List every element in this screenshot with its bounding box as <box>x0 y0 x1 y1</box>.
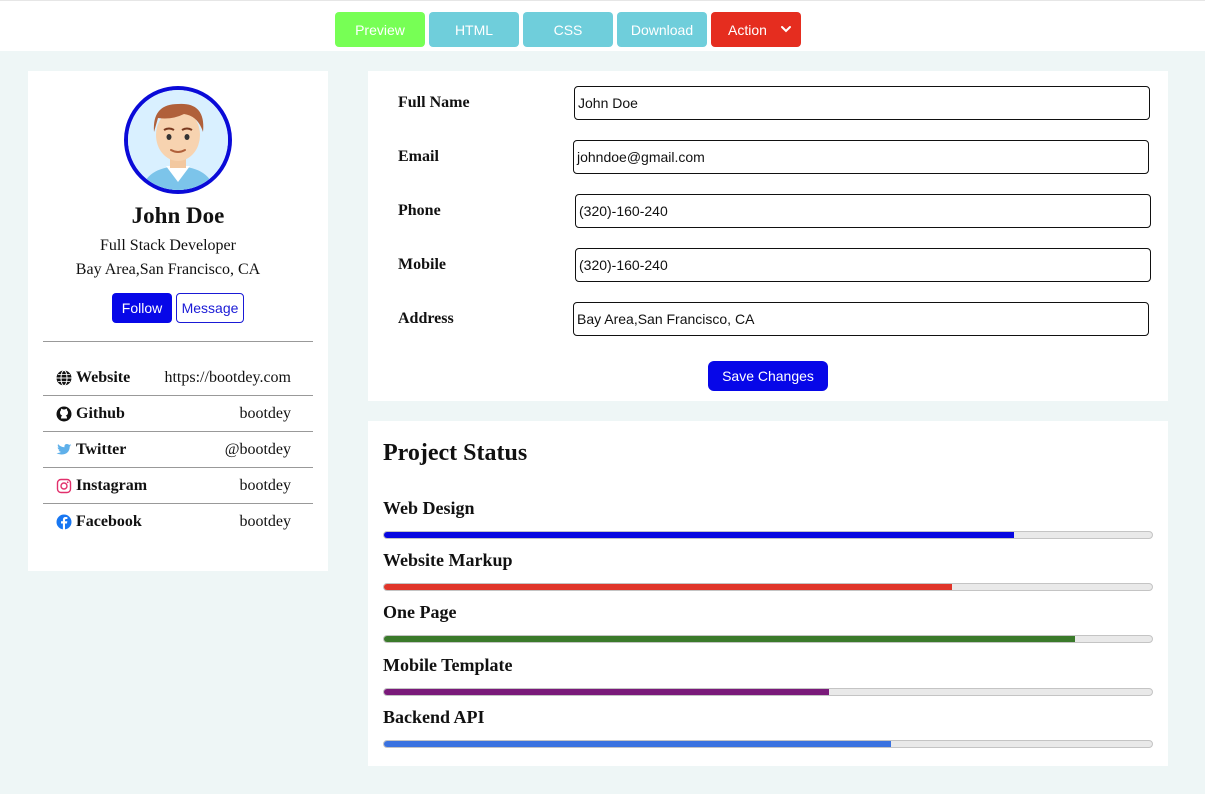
link-value: bootdey <box>239 404 291 422</box>
preview-button[interactable]: Preview <box>335 12 425 47</box>
phone-field[interactable]: (320)-160-240 <box>575 194 1151 228</box>
link-label-group: Website <box>56 369 130 387</box>
link-label: Github <box>76 404 125 422</box>
twitter-icon <box>56 443 72 454</box>
facebook-icon <box>56 514 72 530</box>
avatar <box>124 86 232 194</box>
link-row-website[interactable]: Website https://bootdey.com <box>43 360 313 396</box>
progress-fill <box>384 636 1076 642</box>
progress-fill <box>384 584 953 590</box>
follow-button[interactable]: Follow <box>112 293 172 323</box>
project-item: Mobile Template <box>383 655 1153 696</box>
save-changes-button[interactable]: Save Changes <box>708 361 828 391</box>
progress-bar <box>383 688 1153 696</box>
action-dropdown-button[interactable]: Action <box>711 12 801 47</box>
github-icon <box>56 406 72 421</box>
action-label: Action <box>728 21 767 38</box>
project-name: One Page <box>383 602 457 622</box>
link-label-group: Instagram <box>56 477 147 495</box>
profile-location: Bay Area,San Francisco, CA <box>75 261 261 278</box>
link-label: Facebook <box>76 513 142 530</box>
progress-fill <box>384 689 830 695</box>
avatar-illustration <box>128 90 228 190</box>
progress-bar <box>383 531 1153 539</box>
message-button[interactable]: Message <box>176 293 244 323</box>
progress-bar <box>383 583 1153 591</box>
progress-bar <box>383 635 1153 643</box>
project-name: Web Design <box>383 498 475 518</box>
address-label: Address <box>398 310 454 327</box>
link-label: Twitter <box>76 440 127 458</box>
email-label: Email <box>398 148 439 165</box>
profile-form-card: Full Name John Doe Email johndoe@gmail.c… <box>368 71 1168 401</box>
link-value: @bootdey <box>224 440 291 458</box>
project-name: Website Markup <box>383 550 513 570</box>
css-button[interactable]: CSS <box>523 12 613 47</box>
social-links-list: Website https://bootdey.com Github bootd… <box>43 360 313 540</box>
address-field[interactable]: Bay Area,San Francisco, CA <box>573 302 1149 336</box>
link-value: bootdey <box>239 513 291 530</box>
link-label-group: Facebook <box>56 513 142 531</box>
project-name: Backend API <box>383 707 485 727</box>
link-value: https://bootdey.com <box>164 368 291 386</box>
project-status-card: Project Status Web Design Website Markup… <box>368 421 1168 766</box>
mobile-label: Mobile <box>398 256 446 273</box>
html-button[interactable]: HTML <box>429 12 519 47</box>
progress-fill <box>384 741 891 747</box>
email-field[interactable]: johndoe@gmail.com <box>573 140 1149 174</box>
link-value: bootdey <box>239 476 291 494</box>
link-label: Instagram <box>76 476 148 494</box>
phone-label: Phone <box>398 202 441 219</box>
link-label: Website <box>76 368 131 386</box>
link-label-group: Github <box>56 405 125 423</box>
project-name: Mobile Template <box>383 655 513 675</box>
project-item: Web Design <box>383 498 1153 539</box>
profile-role: Full Stack Developer <box>100 237 236 254</box>
chevron-down-icon <box>781 26 791 33</box>
divider <box>43 341 313 342</box>
top-toolbar: Preview HTML CSS Download Action <box>0 0 1205 51</box>
link-row-github[interactable]: Github bootdey <box>43 396 313 432</box>
project-item: Backend API <box>383 707 1153 748</box>
profile-name: John Doe <box>131 203 225 228</box>
instagram-icon <box>56 478 72 493</box>
mobile-field[interactable]: (320)-160-240 <box>575 248 1151 282</box>
link-row-instagram[interactable]: Instagram bootdey <box>43 468 313 504</box>
full-name-label: Full Name <box>398 94 470 111</box>
progress-bar <box>383 740 1153 748</box>
progress-fill <box>384 532 1014 538</box>
link-row-twitter[interactable]: Twitter @bootdey <box>43 432 313 468</box>
project-status-title: Project Status <box>383 440 528 466</box>
project-item: Website Markup <box>383 550 1153 591</box>
full-name-field[interactable]: John Doe <box>574 86 1150 120</box>
link-label-group: Twitter <box>56 441 126 459</box>
profile-card: John Doe Full Stack Developer Bay Area,S… <box>28 71 328 571</box>
project-item: One Page <box>383 602 1153 643</box>
download-button[interactable]: Download <box>617 12 707 47</box>
globe-icon <box>56 369 72 386</box>
link-row-facebook[interactable]: Facebook bootdey <box>43 504 313 540</box>
